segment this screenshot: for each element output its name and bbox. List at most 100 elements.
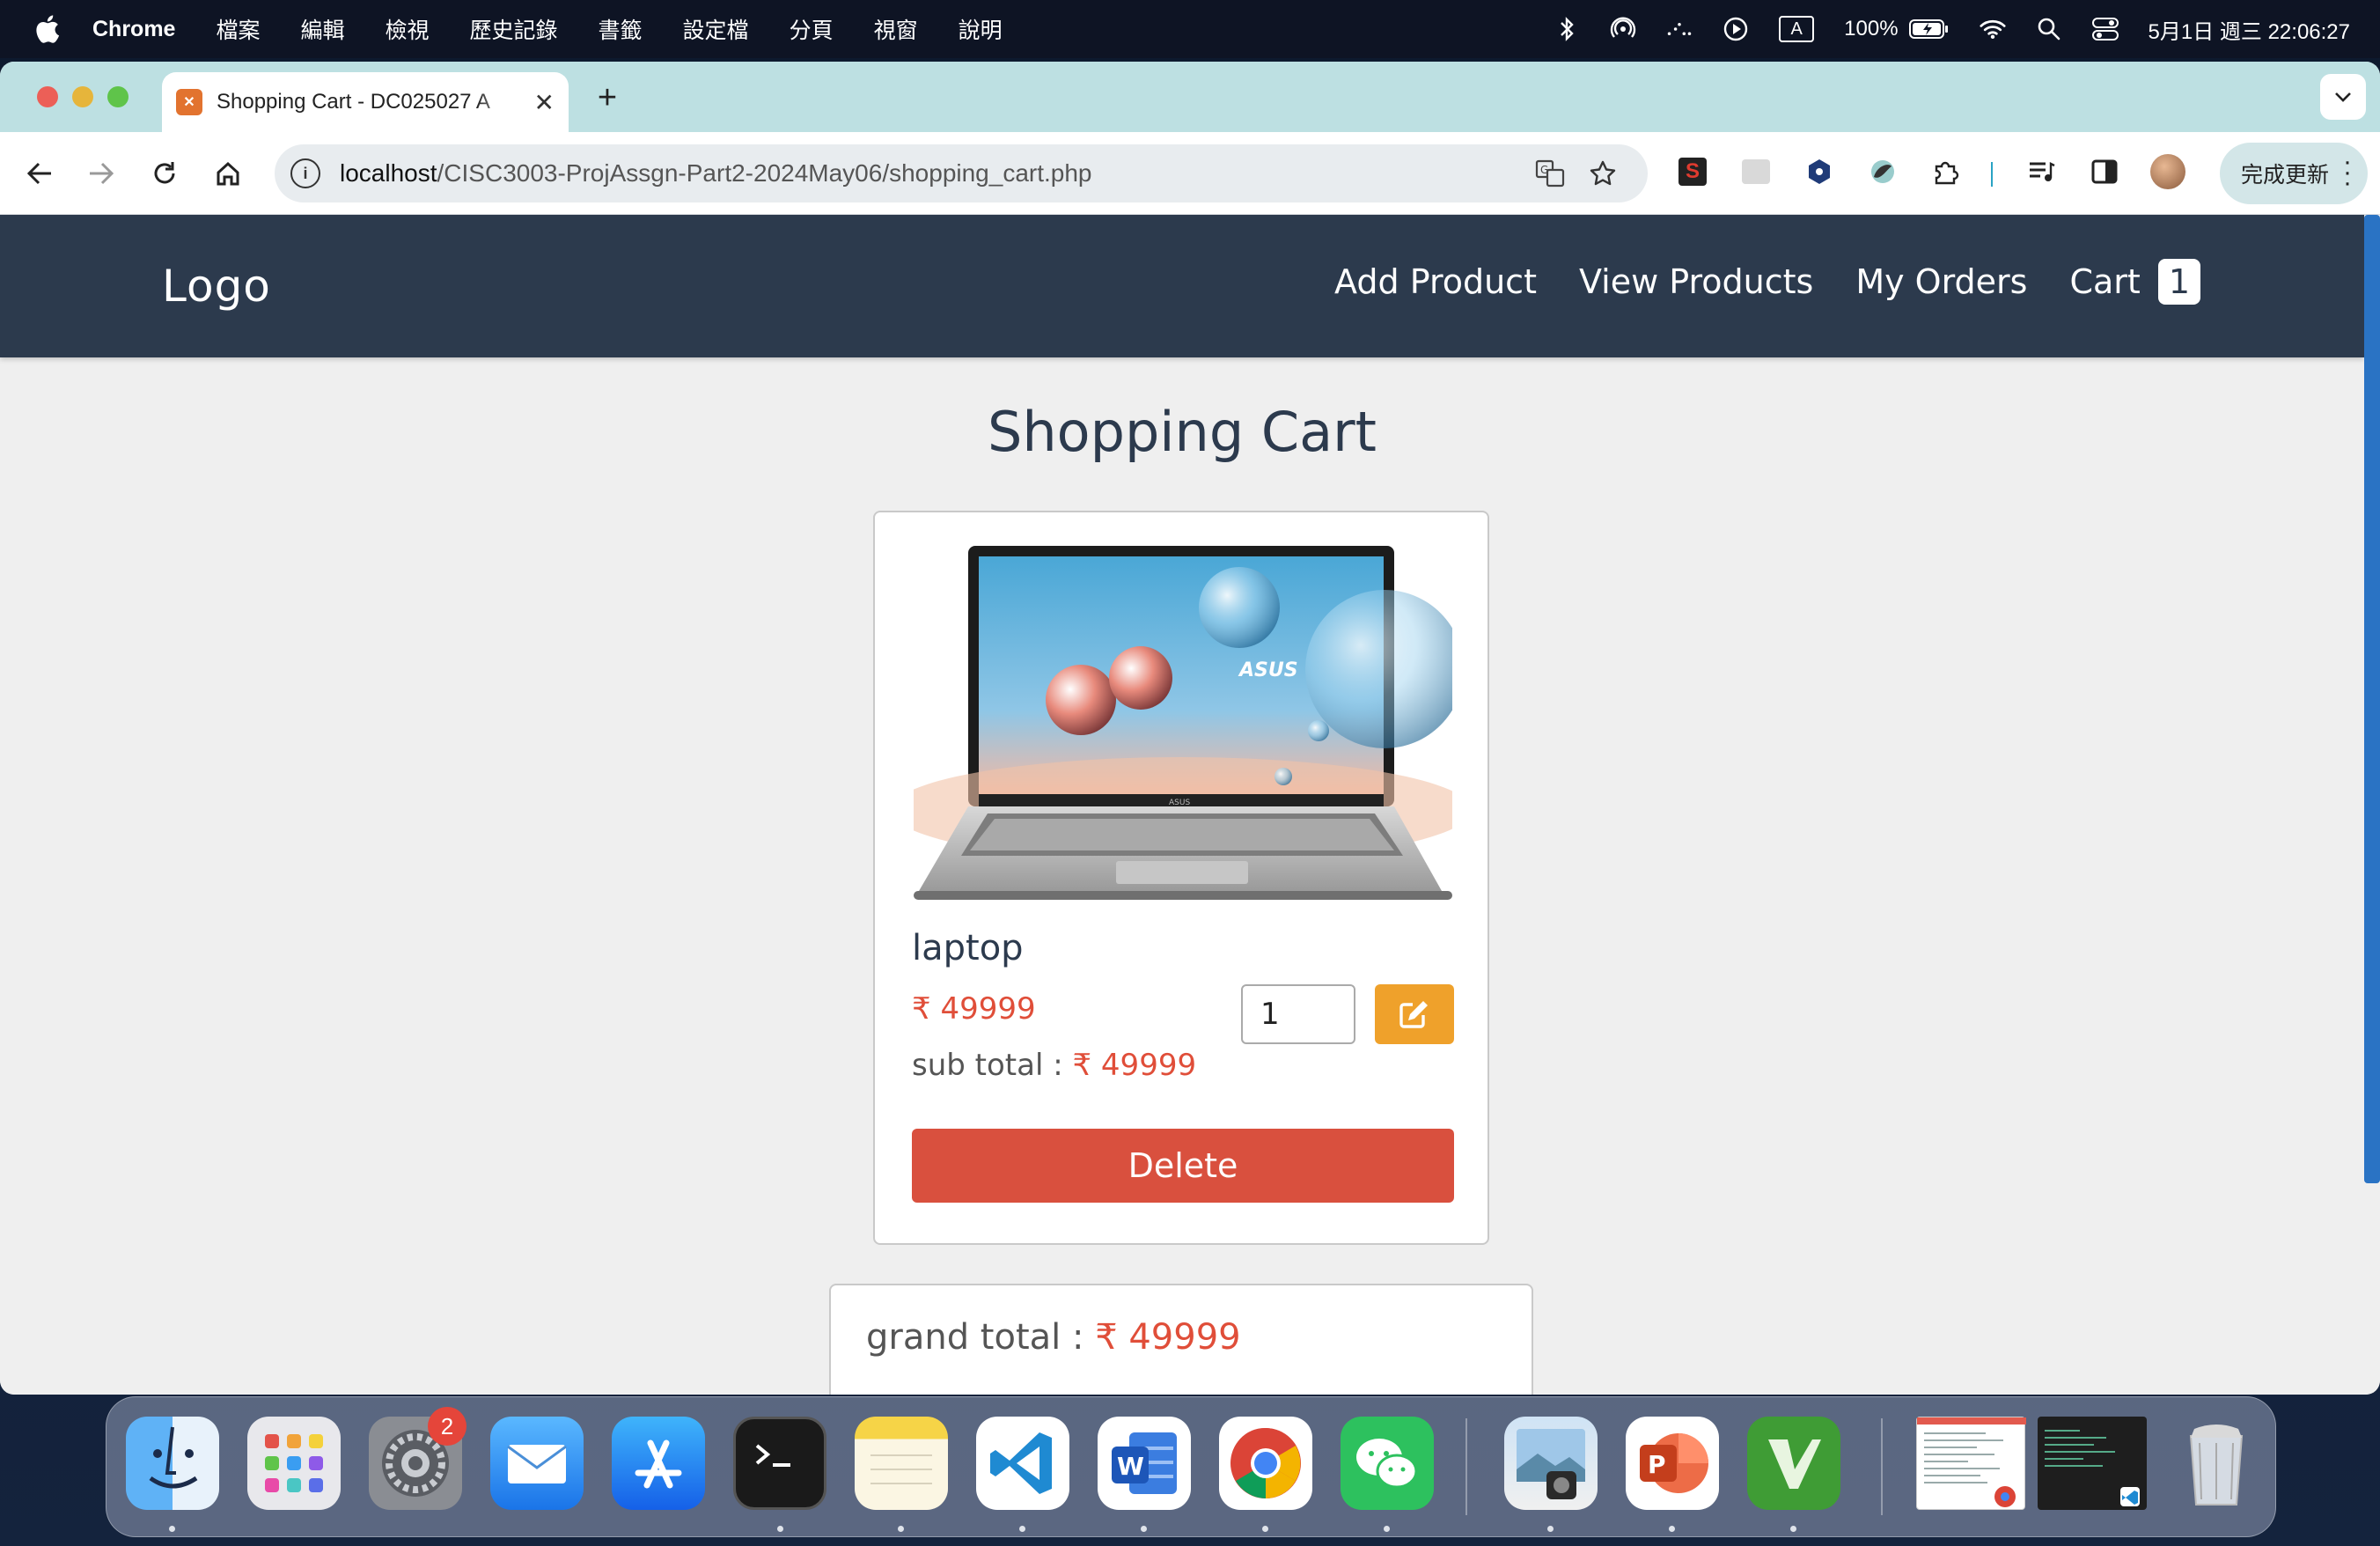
nav-add-product[interactable]: Add Product: [1334, 262, 1537, 301]
menubar-clock[interactable]: 5月1日 週三 22:06:27: [2149, 14, 2350, 45]
dock-chrome-icon[interactable]: [1219, 1417, 1312, 1510]
extension-caption-icon[interactable]: [1736, 151, 1776, 192]
browser-tab-active[interactable]: ✕ Shopping Cart - DC025027 A ✕: [162, 72, 569, 132]
translate-icon[interactable]: G: [1530, 153, 1570, 194]
dock-powerpoint-icon[interactable]: P: [1626, 1417, 1719, 1510]
grand-total-value: ₹ 49999: [1095, 1317, 1241, 1358]
url-path: /CISC3003-ProjAssgn-Part2-2024May06/shop…: [437, 159, 1092, 187]
nav-cart[interactable]: Cart 1: [2069, 259, 2200, 305]
dock-word-icon[interactable]: W: [1098, 1417, 1191, 1510]
menu-view[interactable]: 檢視: [365, 13, 450, 45]
menu-edit[interactable]: 編輯: [280, 13, 364, 45]
new-tab-icon[interactable]: +: [590, 79, 625, 117]
menu-history[interactable]: 歷史記錄: [450, 13, 578, 45]
battery-icon[interactable]: [1908, 16, 1950, 42]
window-zoom-button[interactable]: [107, 86, 129, 107]
forward-arrow-icon[interactable]: [79, 151, 123, 195]
dock-app-store-icon[interactable]: [612, 1417, 705, 1510]
delete-item-button[interactable]: Delete: [912, 1129, 1454, 1203]
update-button-label: 完成更新: [2241, 163, 2330, 188]
battery-percentage: 100%: [1844, 17, 1899, 40]
update-quantity-button[interactable]: [1375, 984, 1454, 1044]
home-icon[interactable]: [206, 151, 250, 195]
control-center-icon[interactable]: [2091, 16, 2119, 42]
dock-vim-icon[interactable]: [1747, 1417, 1840, 1510]
site-header: Logo Add Product View Products My Orders…: [0, 215, 2364, 357]
browser-window: ✕ Shopping Cart - DC025027 A ✕ + i local…: [0, 62, 2380, 1395]
grand-total-card: grand total : ₹ 49999: [829, 1284, 1533, 1395]
browser-toolbar: i localhost/CISC3003-ProjAssgn-Part2-202…: [0, 132, 2380, 215]
dock-separator: [1465, 1418, 1467, 1515]
menu-profiles[interactable]: 設定檔: [663, 13, 769, 45]
bookmark-star-icon[interactable]: [1583, 153, 1623, 194]
spotlight-search-icon[interactable]: [2036, 16, 2062, 42]
address-bar[interactable]: i localhost/CISC3003-ProjAssgn-Part2-202…: [275, 144, 1648, 202]
dock-preview-icon[interactable]: [1504, 1417, 1598, 1510]
window-close-button[interactable]: [37, 86, 58, 107]
subtotal-label: sub total :: [912, 1048, 1063, 1083]
url-host: localhost: [340, 159, 437, 187]
dock-mail-icon[interactable]: [490, 1417, 584, 1510]
menu-tab[interactable]: 分頁: [769, 13, 854, 45]
window-minimize-button[interactable]: [72, 86, 93, 107]
profile-avatar[interactable]: [2148, 151, 2188, 192]
quantity-input[interactable]: [1241, 984, 1355, 1044]
activity-dots-icon[interactable]: [1666, 16, 1693, 42]
dock-running-dot: [1669, 1526, 1675, 1532]
dock-code-window-thumbnail[interactable]: [2038, 1417, 2147, 1510]
wifi-icon[interactable]: [1979, 16, 2006, 42]
dock-wechat-icon[interactable]: [1341, 1417, 1434, 1510]
back-arrow-icon[interactable]: [18, 151, 62, 195]
dock-running-dot: [1384, 1526, 1390, 1532]
dock-vscode-icon[interactable]: [976, 1417, 1069, 1510]
site-logo[interactable]: Logo: [162, 261, 271, 312]
svg-text:ASUS: ASUS: [1238, 659, 1298, 681]
extension-s-icon[interactable]: S: [1672, 151, 1713, 192]
laptop-product-image: ASUS ASUS: [914, 546, 1452, 900]
dock-chrome-window-thumbnail[interactable]: [1916, 1417, 2026, 1510]
reload-icon[interactable]: [143, 151, 187, 195]
menu-app-name[interactable]: Chrome: [72, 17, 195, 42]
chrome-update-button[interactable]: 完成更新 · · ·: [2220, 143, 2368, 204]
extensions-puzzle-icon[interactable]: [1926, 151, 1966, 192]
tab-close-icon[interactable]: ✕: [534, 88, 555, 117]
apple-menu-icon[interactable]: [21, 0, 72, 58]
extension-hex-icon[interactable]: [1799, 151, 1840, 192]
side-panel-icon[interactable]: [2084, 151, 2125, 192]
nav-my-orders[interactable]: My Orders: [1855, 262, 2027, 301]
dock-notes-icon[interactable]: [855, 1417, 948, 1510]
menu-bookmarks[interactable]: 書籤: [578, 13, 663, 45]
cart-label: Cart: [2069, 262, 2141, 301]
svg-text:W: W: [1117, 1452, 1144, 1481]
nav-view-products[interactable]: View Products: [1579, 262, 1813, 301]
svg-text:G: G: [1540, 164, 1548, 176]
menu-window[interactable]: 視窗: [854, 13, 938, 45]
tab-search-chevron-icon[interactable]: [2320, 74, 2366, 120]
dock-trash-icon[interactable]: [2170, 1417, 2263, 1510]
grand-total: grand total : ₹ 49999: [866, 1317, 1241, 1358]
dock-running-dot: [1019, 1526, 1025, 1532]
menu-help[interactable]: 說明: [938, 13, 1023, 45]
cart-item-card: ASUS ASUS laptop ₹ 49999 sub total : ₹ 4…: [873, 511, 1489, 1245]
site-info-icon[interactable]: i: [290, 158, 320, 188]
xampp-favicon-icon: ✕: [176, 89, 202, 115]
tab-title: Shopping Cart - DC025027 A: [217, 90, 490, 114]
page-scrollbar[interactable]: [2364, 215, 2380, 1183]
cart-count-badge: 1: [2157, 259, 2200, 305]
airdrop-icon[interactable]: [1610, 16, 1636, 42]
bluetooth-icon[interactable]: [1554, 16, 1580, 42]
input-source-indicator[interactable]: A: [1779, 16, 1815, 42]
media-playlist-icon[interactable]: [2021, 151, 2061, 192]
dock-launchpad-icon[interactable]: [247, 1417, 341, 1510]
menu-file[interactable]: 檔案: [195, 13, 280, 45]
extension-color-orb-icon[interactable]: [1862, 151, 1903, 192]
chrome-menu-kebab-icon[interactable]: · · ·: [2343, 149, 2352, 196]
url-text[interactable]: localhost/CISC3003-ProjAssgn-Part2-2024M…: [340, 159, 1092, 188]
dock-terminal-icon[interactable]: [733, 1417, 826, 1510]
now-playing-icon[interactable]: [1723, 16, 1749, 42]
edit-icon: [1399, 1001, 1428, 1028]
dock-finder-icon[interactable]: [126, 1417, 219, 1510]
dock-running-dot: [1547, 1526, 1554, 1532]
svg-text:ASUS: ASUS: [1169, 799, 1190, 807]
cart-item-subtotal: sub total : ₹ 49999: [912, 1048, 1196, 1083]
